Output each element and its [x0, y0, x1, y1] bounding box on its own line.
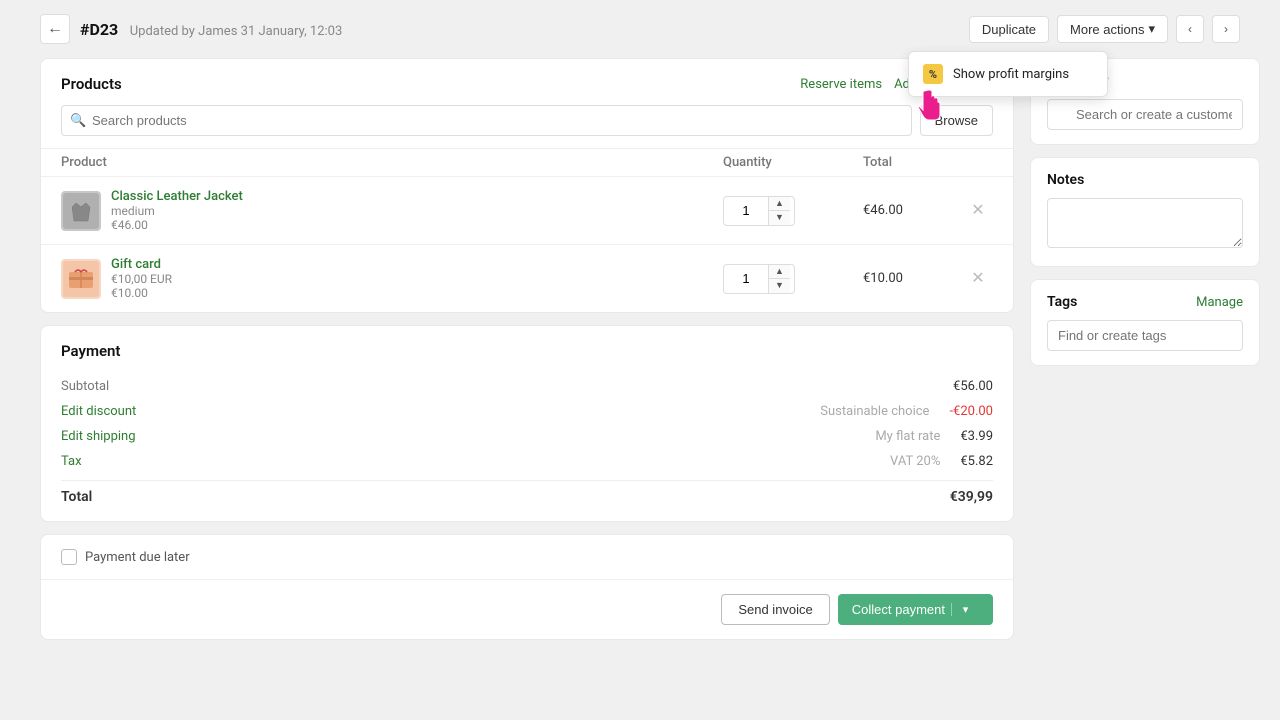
discount-value: -€20.00: [949, 404, 993, 419]
customer-search-input[interactable]: [1047, 99, 1243, 130]
header: ← #D23 Updated by James 31 January, 12:0…: [0, 0, 1280, 44]
tax-value: €5.82: [960, 454, 993, 469]
qty-up[interactable]: ▲: [769, 265, 790, 279]
notes-section: Notes: [1030, 157, 1260, 267]
discount-desc: Sustainable choice: [820, 404, 929, 419]
product-name[interactable]: Gift card: [111, 257, 172, 272]
reserve-items-link[interactable]: Reserve items: [800, 77, 882, 92]
quantity-stepper[interactable]: ▲ ▼: [723, 196, 795, 226]
payment-card: Payment Subtotal €56.00 Edit discount: [40, 325, 1014, 522]
product-thumbnail: [61, 259, 101, 299]
tax-desc: VAT 20%: [890, 454, 940, 469]
send-invoice-button[interactable]: Send invoice: [721, 594, 829, 625]
product-row: Gift card €10,00 EUR €10.00 ▲ ▼: [41, 244, 1013, 312]
notes-header: Notes: [1047, 172, 1243, 188]
order-id: #D23: [80, 20, 118, 39]
more-actions-dropdown: % Show profit margins: [908, 51, 1108, 97]
edit-shipping-link[interactable]: Edit shipping: [61, 429, 136, 444]
footer-card: Payment due later Send invoice Collect p…: [40, 534, 1014, 640]
notes-textarea[interactable]: [1047, 198, 1243, 248]
shipping-row: Edit shipping My flat rate €3.99: [61, 424, 993, 449]
tags-title: Tags: [1047, 294, 1077, 310]
browse-button[interactable]: Browse: [920, 105, 993, 136]
shipping-desc: My flat rate: [875, 429, 940, 444]
product-variant: medium: [111, 204, 243, 218]
tags-manage-link[interactable]: Manage: [1196, 295, 1243, 310]
tags-section: Tags Manage: [1030, 279, 1260, 366]
search-input-wrap: 🔍: [61, 105, 912, 136]
qty-input[interactable]: [724, 199, 768, 222]
products-title: Products: [61, 75, 122, 93]
product-info: Gift card €10,00 EUR €10.00: [61, 257, 723, 300]
subtotal-value: €56.00: [953, 379, 993, 394]
show-profit-margins-item[interactable]: % Show profit margins: [909, 56, 1107, 92]
row-total: €46.00: [863, 203, 963, 218]
header-actions: Duplicate More actions ▾ % Show profit m…: [969, 15, 1240, 43]
quantity-stepper[interactable]: ▲ ▼: [723, 264, 795, 294]
collect-dropdown-arrow[interactable]: ▾: [951, 603, 979, 616]
collect-payment-button[interactable]: Collect payment ▾: [838, 594, 993, 625]
nav-next-button[interactable]: ›: [1212, 15, 1240, 43]
total-label: Total: [61, 489, 92, 505]
total-row: Total €39,99: [61, 480, 993, 505]
payment-due-row: Payment due later: [41, 535, 1013, 579]
tags-header: Tags Manage: [1047, 294, 1243, 310]
product-unit-price: €10.00: [111, 286, 172, 300]
nav-prev-button[interactable]: ‹: [1176, 15, 1204, 43]
back-button[interactable]: ←: [40, 14, 70, 44]
qty-down[interactable]: ▼: [769, 211, 790, 225]
product-thumbnail: [61, 191, 101, 231]
payment-title: Payment: [61, 342, 993, 360]
product-name[interactable]: Classic Leather Jacket: [111, 189, 243, 204]
tax-link[interactable]: Tax: [61, 454, 82, 469]
product-row: Classic Leather Jacket medium €46.00 ▲ ▼: [41, 176, 1013, 244]
subtotal-row: Subtotal €56.00: [61, 374, 993, 399]
qty-up[interactable]: ▲: [769, 197, 790, 211]
notes-title: Notes: [1047, 172, 1084, 188]
footer-buttons: Send invoice Collect payment ▾: [41, 579, 1013, 639]
subtotal-label: Subtotal: [61, 379, 109, 394]
main-content: Products Reserve items Add custom item 🔍…: [40, 58, 1014, 720]
right-panel: Customer 🔍 Notes: [1030, 58, 1260, 720]
more-actions-button[interactable]: More actions ▾: [1057, 15, 1168, 43]
search-icon: 🔍: [70, 113, 86, 128]
products-card-header: Products Reserve items Add custom item: [41, 59, 1013, 105]
tags-input[interactable]: [1047, 320, 1243, 351]
product-info: Classic Leather Jacket medium €46.00: [61, 189, 723, 232]
shipping-value: €3.99: [960, 429, 993, 444]
remove-item-button[interactable]: ✕: [963, 203, 993, 219]
duplicate-button[interactable]: Duplicate: [969, 16, 1049, 43]
remove-item-button[interactable]: ✕: [963, 271, 993, 287]
customer-search-wrap: 🔍: [1047, 99, 1243, 130]
product-unit-price: €46.00: [111, 218, 243, 232]
tags-input-wrap: [1047, 320, 1243, 351]
qty-down[interactable]: ▼: [769, 279, 790, 293]
search-products-input[interactable]: [61, 105, 912, 136]
discount-row: Edit discount Sustainable choice -€20.00: [61, 399, 993, 424]
products-search-row: 🔍 Browse: [41, 105, 1013, 148]
product-variant: €10,00 EUR: [111, 272, 172, 286]
order-meta: Updated by James 31 January, 12:03: [130, 24, 343, 39]
products-card: Products Reserve items Add custom item 🔍…: [40, 58, 1014, 313]
payment-due-label: Payment due later: [85, 550, 190, 565]
tax-row: Tax VAT 20% €5.82: [61, 449, 993, 474]
row-total: €10.00: [863, 271, 963, 286]
table-header: Product Quantity Total: [41, 148, 1013, 176]
edit-discount-link[interactable]: Edit discount: [61, 404, 136, 419]
total-value: €39,99: [950, 489, 993, 505]
profit-icon: %: [923, 64, 943, 84]
payment-due-checkbox[interactable]: [61, 549, 77, 565]
qty-input[interactable]: [724, 267, 768, 290]
